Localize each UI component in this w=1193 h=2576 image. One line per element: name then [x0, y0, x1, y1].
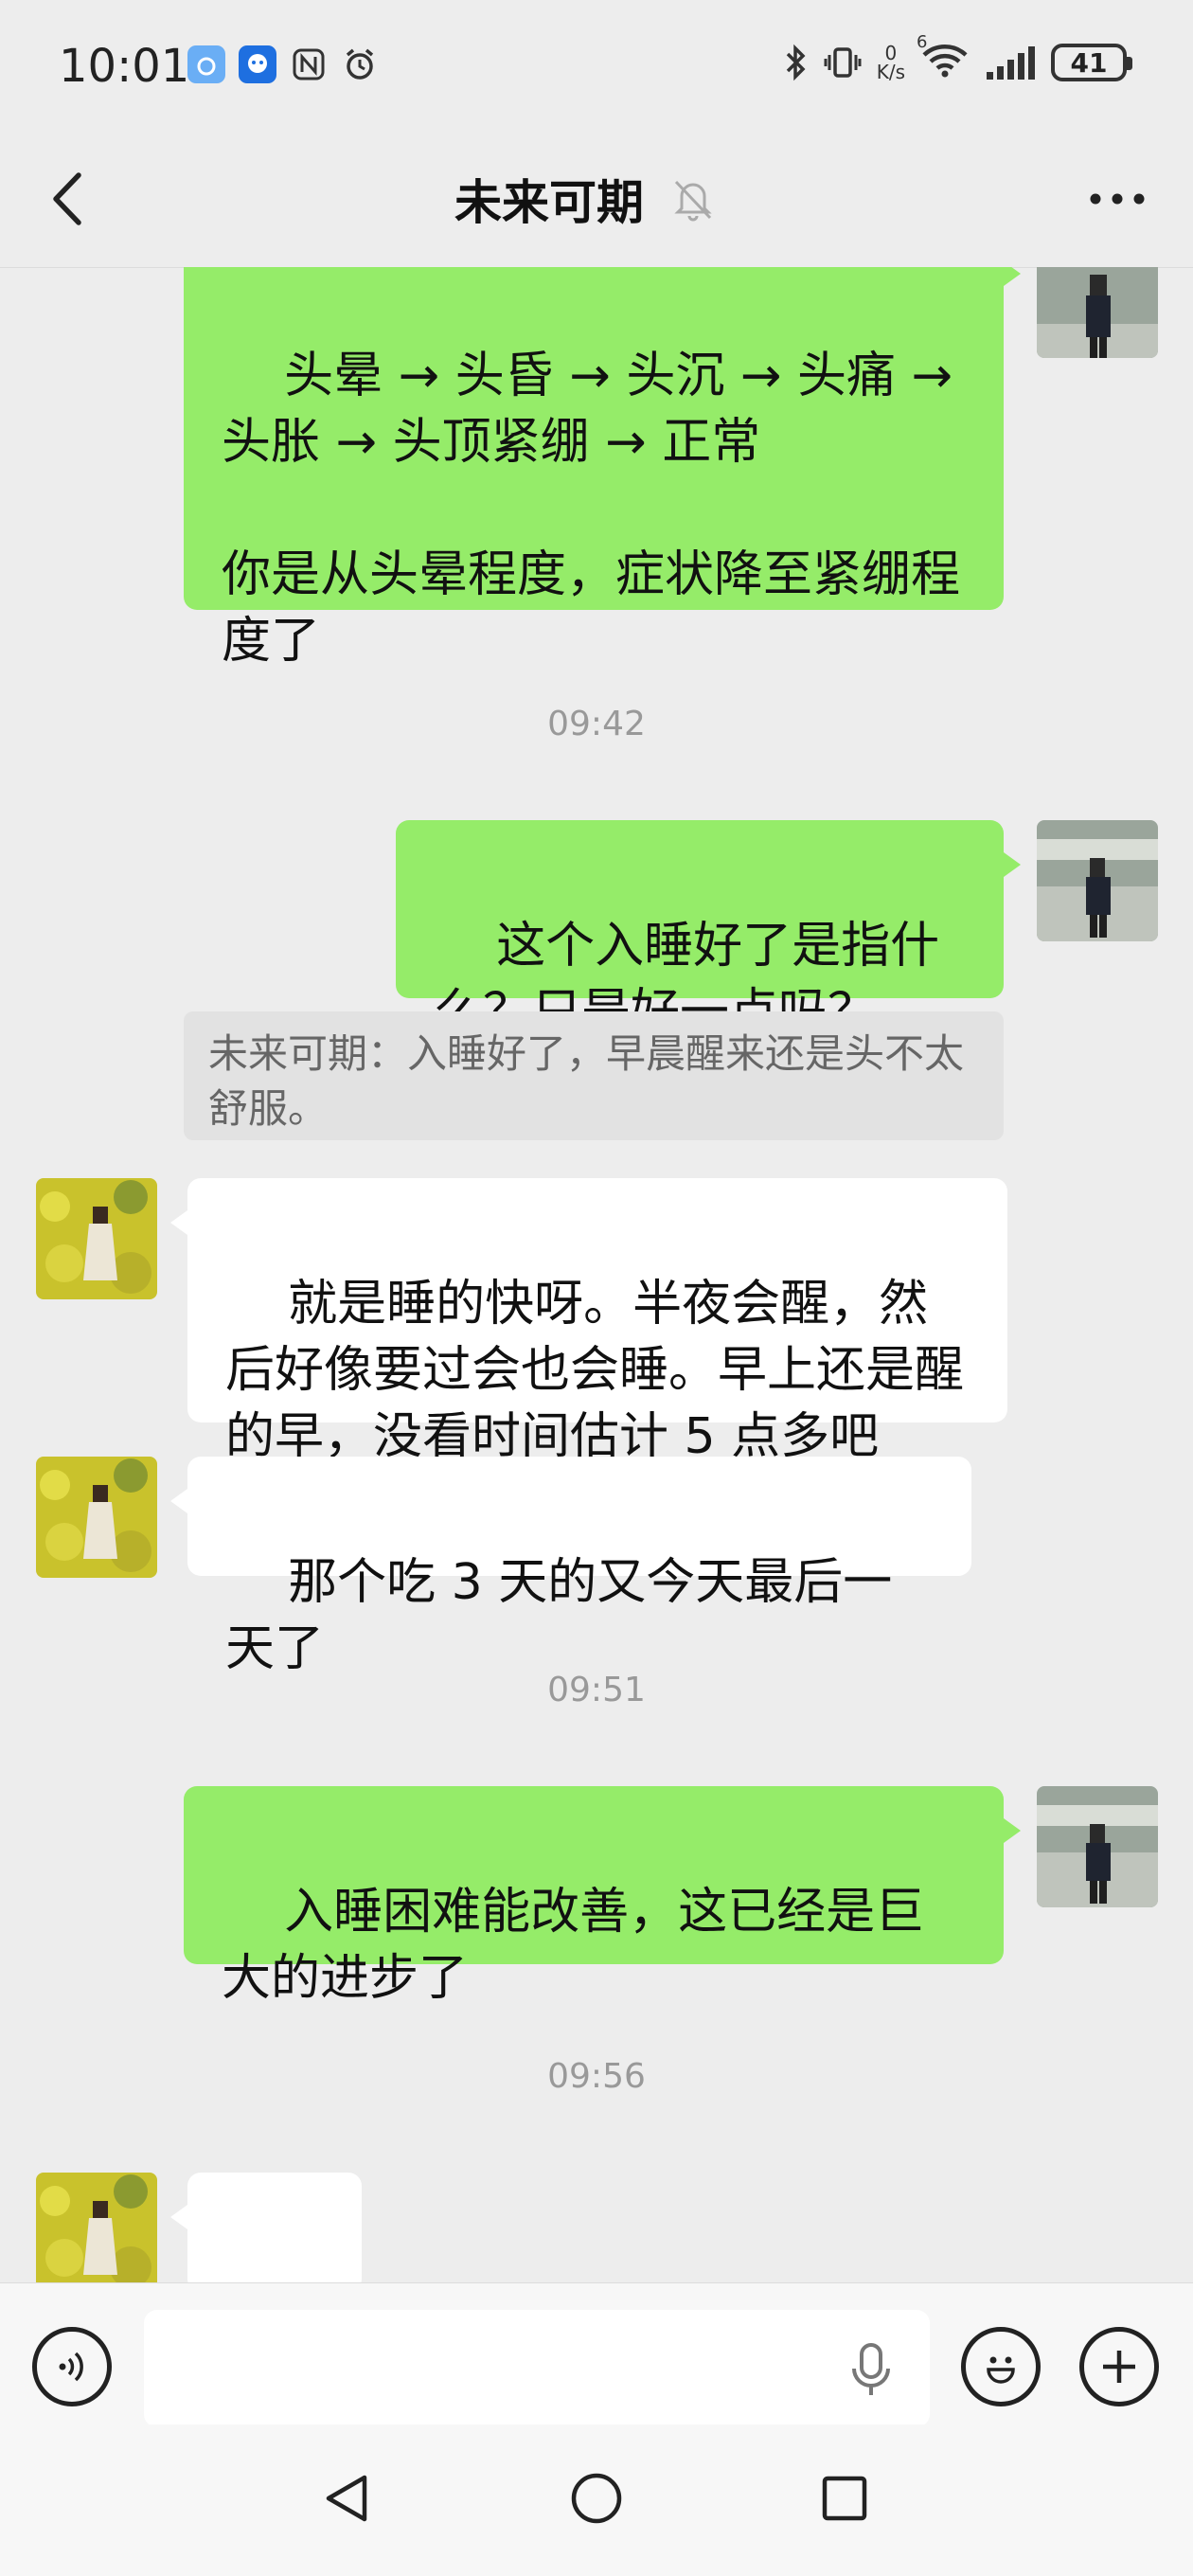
status-time: 10:01 — [59, 40, 190, 93]
chat-app-notification-icon — [239, 45, 276, 83]
alarm-icon — [341, 45, 379, 83]
message-timestamp: 09:56 — [547, 2057, 646, 2096]
emoji-icon — [987, 2356, 1015, 2384]
battery-indicator: 41 — [1051, 44, 1132, 81]
title-wrap: 未来可期 — [454, 165, 714, 233]
status-bar: 10:01 0 K/s 6 41 — [0, 0, 1193, 133]
page-title: 未来可期 — [454, 175, 644, 230]
message-text: 就是睡的快呀。半夜会醒，然后好像要过会也会睡。早上还是醒的早，没看时间估计 5 … — [225, 1276, 965, 1465]
message-bubble-received[interactable]: 那个吃 3 天的又今天最后一天了 — [170, 1457, 971, 1677]
contact-avatar[interactable] — [36, 1457, 157, 1578]
wifi-status: 6 — [917, 32, 970, 83]
message-timestamp: 09:51 — [547, 1671, 646, 1709]
nav-back-icon — [326, 2475, 367, 2522]
message-text: 头晕 → 头昏 → 头沉 → 头痛 → 头胀 → 头顶紧绷 → 正常 你是从头晕… — [222, 348, 961, 670]
my-avatar[interactable] — [1037, 820, 1158, 941]
nav-home-button[interactable] — [559, 2460, 634, 2536]
microphone-icon[interactable] — [850, 2342, 892, 2399]
plus-icon — [1103, 2351, 1135, 2383]
contact-avatar[interactable] — [36, 1178, 157, 1299]
back-arrow-icon — [53, 172, 81, 225]
nav-recents-button[interactable] — [807, 2460, 882, 2536]
quoted-message[interactable]: 未来可期：入睡好了，早晨醒来还是头不太舒服。 — [184, 1011, 1004, 1140]
emoji-button[interactable] — [961, 2327, 1041, 2406]
nav-home-icon — [571, 2473, 622, 2524]
bell-off-icon — [674, 180, 712, 222]
wifi-signal-label: 6 — [917, 32, 928, 52]
network-speed-unit: K/s — [876, 61, 905, 83]
nav-back-button[interactable] — [309, 2460, 384, 2536]
message-bubble-received[interactable]: 是的 — [170, 2173, 362, 2282]
voice-mode-button[interactable] — [32, 2327, 112, 2406]
more-dots-icon — [1090, 193, 1145, 205]
wifi-icon — [922, 45, 968, 78]
message-bubble-received[interactable]: 就是睡的快呀。半夜会醒，然后好像要过会也会睡。早上还是醒的早，没看时间估计 5 … — [170, 1178, 1007, 1465]
contact-avatar[interactable] — [36, 2173, 157, 2282]
nfc-icon — [290, 45, 328, 83]
input-bar — [0, 2282, 1193, 2427]
notification-icons — [187, 45, 379, 83]
system-status-icons: 0 K/s 6 41 — [784, 32, 1132, 83]
more-functions-button[interactable] — [1079, 2327, 1159, 2406]
voice-mode-icon — [59, 2352, 83, 2382]
message-timestamp: 09:42 — [547, 705, 646, 743]
nav-recents-icon — [822, 2476, 867, 2521]
message-text: 那个吃 3 天的又今天最后一天了 — [225, 1554, 893, 1677]
message-text: 入睡困难能改善，这已经是巨大的进步了 — [222, 1884, 925, 2007]
chat-header: 未来可期 — [0, 133, 1193, 268]
message-bubble-sent[interactable]: 这个入睡好了是指什么？只是好一点吗？ — [396, 820, 1021, 1041]
bluetooth-icon — [786, 44, 806, 81]
network-speed-value: 0 — [884, 42, 898, 64]
message-bubble-sent[interactable]: 头晕 → 头昏 → 头沉 → 头痛 → 头胀 → 头顶紧绷 → 正常 你是从头晕… — [184, 267, 1021, 670]
chat-messages[interactable]: 头晕 → 头昏 → 头沉 → 头痛 → 头胀 → 头顶紧绷 → 正常 你是从头晕… — [0, 267, 1193, 2282]
cell-signal-icon — [987, 46, 1035, 80]
my-avatar[interactable] — [1037, 1786, 1158, 1907]
system-navigation-bar — [0, 2424, 1193, 2576]
network-speed: 0 K/s — [877, 44, 905, 81]
app-notification-icon — [187, 45, 225, 83]
message-input[interactable] — [144, 2310, 930, 2427]
my-avatar[interactable] — [1037, 267, 1158, 358]
back-button[interactable] — [38, 166, 95, 232]
more-button[interactable] — [1079, 175, 1155, 223]
message-bubble-sent[interactable]: 入睡困难能改善，这已经是巨大的进步了 — [184, 1786, 1021, 2007]
quoted-message-text: 未来可期：入睡好了，早晨醒来还是头不太舒服。 — [208, 1030, 965, 1132]
vibrate-icon — [824, 47, 862, 78]
